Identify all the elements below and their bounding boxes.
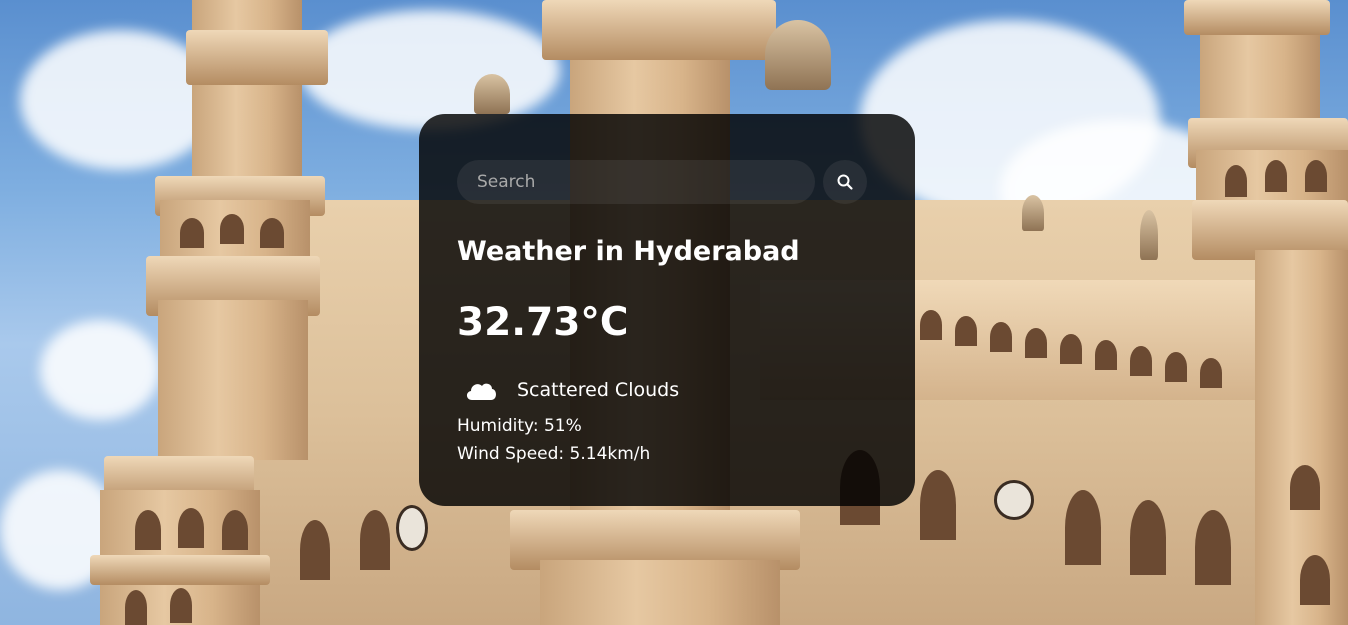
- temperature: 32.73°C: [457, 300, 629, 345]
- condition-label: Scattered Clouds: [517, 379, 680, 401]
- search-icon: [836, 173, 854, 191]
- wind-speed-label: Wind Speed: 5.14km/h: [457, 444, 651, 464]
- weather-card: Weather in Hyderabad 32.73°C Scattered C…: [419, 114, 915, 506]
- city-heading: Weather in Hyderabad: [457, 236, 800, 267]
- search-bar: [457, 160, 869, 204]
- weather-condition: Scattered Clouds: [457, 374, 679, 406]
- humidity-label: Humidity: 51%: [457, 416, 582, 436]
- search-input[interactable]: [457, 160, 815, 204]
- cloud-icon: [457, 374, 505, 406]
- search-button[interactable]: [823, 160, 867, 204]
